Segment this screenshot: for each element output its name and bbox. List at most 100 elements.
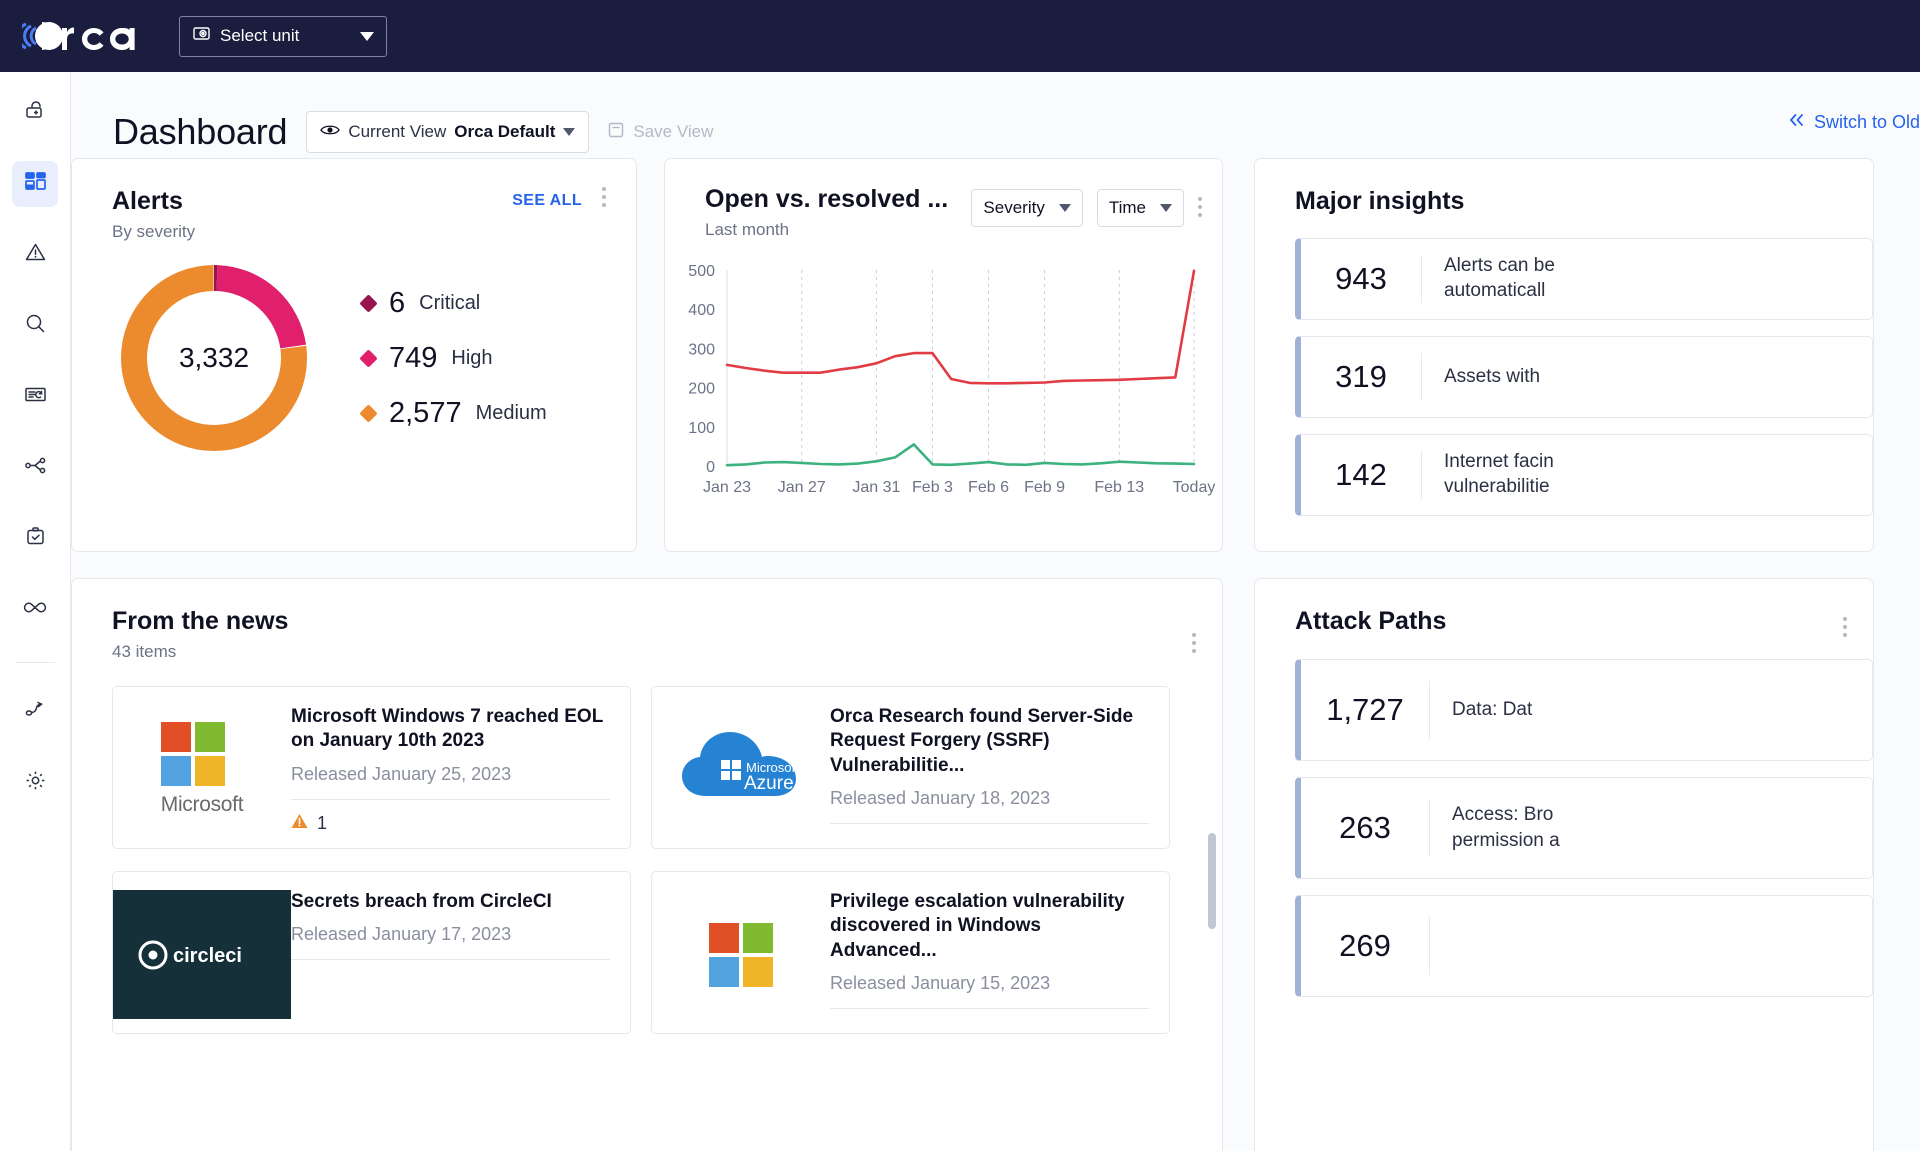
news-item[interactable]: Microsoft Microsoft Windows 7 reached EO… — [112, 686, 631, 849]
news-item[interactable]: circleci Secrets breach from CircleCI Re… — [112, 871, 631, 1034]
from-the-news-card: From the news 43 items Microsoft Microso… — [71, 578, 1223, 1151]
sidebar-item-alerts[interactable] — [12, 232, 58, 278]
legend-label-critical: Critical — [419, 291, 481, 314]
warning-triangle-icon — [23, 240, 48, 270]
attack-paths-card: Attack Paths 1,727 Data: Dat 263 Access:… — [1254, 578, 1874, 1151]
x-tick-label: Jan 27 — [778, 479, 826, 496]
insight-item[interactable]: 142 Internet facin vulnerabilitie — [1295, 434, 1873, 516]
attack-path-count: 269 — [1339, 928, 1391, 963]
alerts-card: Alerts By severity SEE ALL 3,332 6 Criti… — [71, 158, 637, 552]
news-item-title: Secrets breach from CircleCI — [291, 891, 552, 912]
sidebar-item-attack-paths[interactable] — [12, 689, 58, 735]
sidebar-item-reports[interactable] — [12, 374, 58, 420]
orca-logo-mark — [22, 22, 135, 50]
x-tick-label: Today — [1173, 479, 1216, 496]
legend-item-critical[interactable]: 6 Critical — [359, 287, 547, 320]
news-kebab-menu[interactable] — [1192, 633, 1196, 653]
x-tick-label: Jan 23 — [703, 479, 751, 496]
news-item[interactable]: Microsoft Azure Orca Research found Serv… — [651, 686, 1170, 849]
severity-select[interactable]: Severity — [971, 189, 1083, 227]
attack-path-item[interactable]: 269 — [1295, 895, 1873, 997]
news-item[interactable]: Privilege escalation vulnerability disco… — [651, 871, 1170, 1034]
divider — [1429, 917, 1430, 975]
legend-item-medium[interactable]: 2,577 Medium — [359, 397, 547, 430]
svg-text:circleci: circleci — [173, 945, 242, 967]
sidebar-item-devops[interactable] — [12, 587, 58, 633]
unit-icon — [192, 24, 211, 48]
ovr-kebab-menu[interactable] — [1198, 197, 1202, 217]
top-bar: Select unit — [0, 0, 1920, 72]
select-unit-label: Select unit — [220, 26, 300, 45]
y-tick-label: 400 — [688, 302, 715, 319]
save-view-label: Save View — [633, 122, 714, 141]
chevron-down-icon — [563, 128, 576, 136]
sidebar-item-onboarding[interactable] — [12, 90, 58, 136]
news-item-badge: 1 — [291, 813, 610, 834]
news-item-title: Privilege escalation vulnerability disco… — [830, 891, 1125, 961]
insights-list: 943 Alerts can be automaticall 319 Asset… — [1255, 216, 1873, 516]
ovr-line-chart[interactable]: 0 100 200 300 400 500 Jan 23 Jan 27 Jan 31 Feb 3 F… — [665, 258, 1222, 508]
legend-label-high: High — [451, 346, 493, 369]
attack-path-item[interactable]: 1,727 Data: Dat — [1295, 659, 1873, 761]
ovr-chart-svg: 0 100 200 300 400 500 Jan 23 Jan 27 Jan 31 Feb 3 F… — [688, 263, 1216, 496]
attack-path-count: 263 — [1339, 810, 1391, 845]
alerts-see-all-link[interactable]: SEE ALL — [512, 192, 582, 210]
insight-text: Assets with — [1444, 365, 1541, 387]
lock-plus-icon — [23, 98, 48, 128]
warning-triangle-icon — [291, 813, 308, 834]
insight-item[interactable]: 943 Alerts can be automaticall — [1295, 238, 1873, 320]
insight-count: 142 — [1335, 457, 1387, 492]
legend-swatch-critical — [359, 293, 378, 313]
y-tick-label: 0 — [706, 459, 715, 476]
microsoft-logo-text: Microsoft — [160, 793, 244, 816]
svg-text:Azure: Azure — [744, 773, 794, 794]
azure-cloud-icon: Microsoft Azure — [682, 731, 799, 796]
sidebar-item-assets[interactable] — [12, 445, 58, 491]
sidebar-item-discovery[interactable] — [12, 303, 58, 349]
select-unit-dropdown[interactable]: Select unit — [179, 15, 387, 57]
save-view-button[interactable]: Save View — [607, 121, 713, 144]
insight-item[interactable]: 319 Assets with — [1295, 336, 1873, 418]
legend-label-medium: Medium — [475, 401, 547, 424]
switch-to-old-label: Switch to Old — [1813, 112, 1920, 132]
legend-item-high[interactable]: 749 High — [359, 342, 547, 375]
news-item-date: Released January 18, 2023 — [830, 787, 1051, 808]
time-select[interactable]: Time — [1096, 189, 1184, 227]
news-card-header: From the news 43 items — [72, 579, 1222, 662]
news-body: Orca Research found Server-Side Request … — [830, 705, 1149, 834]
sidebar-item-dashboard[interactable] — [12, 161, 58, 207]
legend-swatch-medium — [359, 403, 378, 423]
sidebar-item-settings[interactable] — [12, 760, 58, 806]
alerts-donut-row: 3,332 6 Critical 749 High 2,577 Medium — [72, 242, 636, 456]
orca-logo[interactable] — [22, 13, 148, 59]
alerts-donut-chart[interactable]: 3,332 — [116, 260, 312, 456]
line-series-open — [725, 269, 1196, 385]
attack-path-item[interactable]: 263 Access: Bro permission a — [1295, 777, 1873, 879]
news-title: From the news — [112, 607, 289, 635]
insight-text: Internet facin vulnerabilitie — [1444, 451, 1554, 497]
page-title: Dashboard — [113, 111, 288, 152]
insights-title: Major insights — [1295, 187, 1465, 215]
insight-text: Alerts can be automaticall — [1444, 255, 1555, 301]
x-tick-label: Feb 6 — [968, 479, 1009, 496]
news-scrollbar-thumb[interactable] — [1208, 833, 1216, 929]
infinity-icon — [22, 595, 49, 625]
divider — [830, 822, 1149, 824]
attack-paths-list: 1,727 Data: Dat 263 Access: Bro permissi… — [1255, 637, 1873, 997]
attack-paths-title: Attack Paths — [1295, 607, 1447, 635]
attack-path-text: Data: Dat — [1452, 699, 1533, 721]
alerts-kebab-menu[interactable] — [602, 187, 606, 207]
alerts-legend: 6 Critical 749 High 2,577 Medium — [359, 287, 547, 430]
current-view-label: Current View — [348, 122, 447, 141]
circleci-wordmark: circleci — [138, 940, 242, 969]
microsoft-logo: Microsoft — [113, 705, 291, 834]
microsoft-logo — [652, 890, 830, 1019]
sidebar-item-compliance[interactable] — [12, 516, 58, 562]
attack-kebab-menu[interactable] — [1843, 617, 1847, 637]
alerts-subtitle: By severity — [112, 222, 196, 241]
double-chevron-left-icon — [1787, 112, 1807, 133]
current-view-dropdown[interactable]: Current View Orca Default — [306, 111, 590, 153]
severity-select-label: Severity — [983, 198, 1045, 217]
news-item-title: Microsoft Windows 7 reached EOL on Janua… — [291, 706, 603, 752]
switch-to-old-link[interactable]: Switch to Old — [1787, 112, 1920, 133]
